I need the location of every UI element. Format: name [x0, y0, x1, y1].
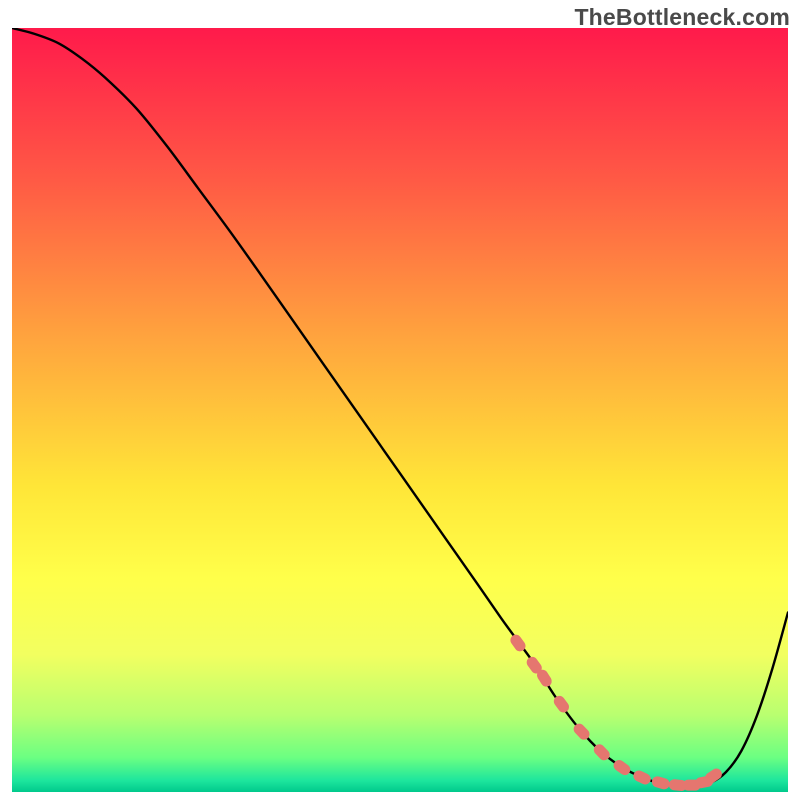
gradient-background [12, 28, 788, 792]
watermark-label: TheBottleneck.com [574, 4, 790, 31]
chart-svg [12, 28, 788, 792]
chart-frame: TheBottleneck.com [0, 0, 800, 800]
plot-area [12, 28, 788, 792]
